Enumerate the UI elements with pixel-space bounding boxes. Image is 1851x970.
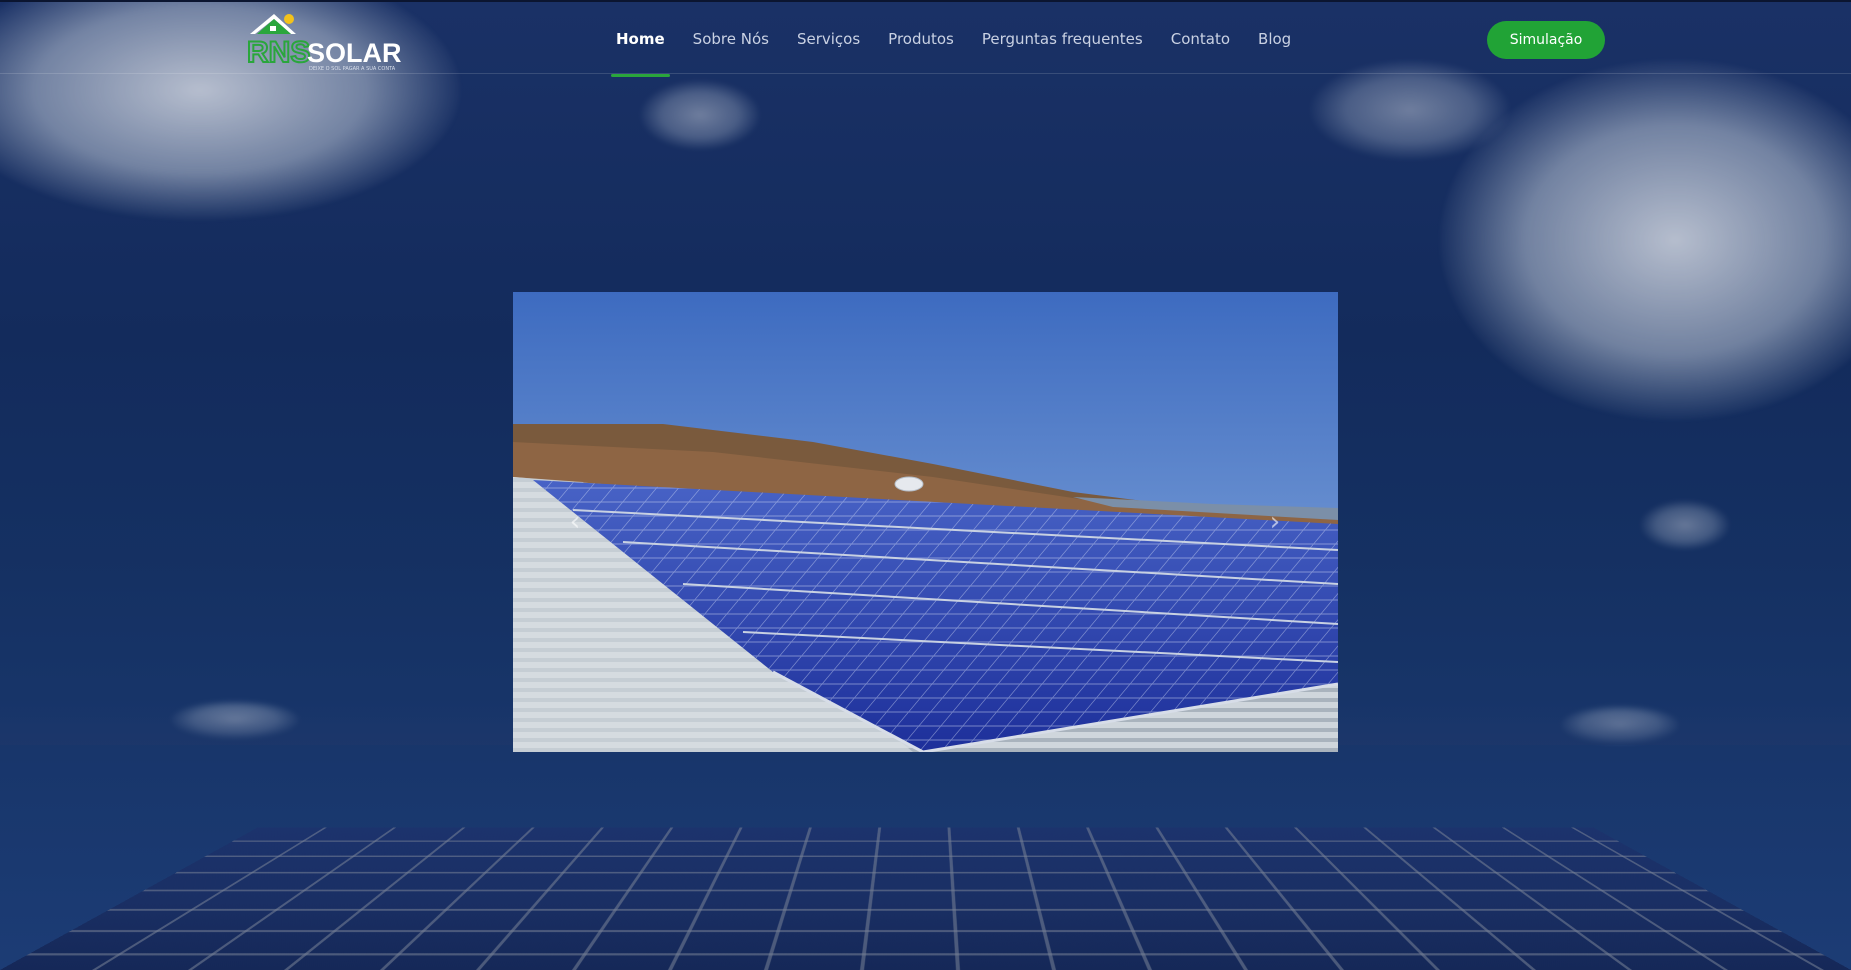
- nav-item-sobre-nos[interactable]: Sobre Nós: [679, 2, 783, 76]
- nav-item-contato[interactable]: Contato: [1157, 2, 1244, 76]
- main-nav: Home Sobre Nós Serviços Produtos Pergunt…: [602, 2, 1305, 77]
- carousel-prev-button[interactable]: ‹: [560, 507, 590, 537]
- svg-text:SOLAR: SOLAR: [307, 38, 402, 68]
- site-header: RNS SOLAR DEIXE O SOL PAGAR A SUA CONTA …: [0, 0, 1851, 77]
- nav-item-produtos[interactable]: Produtos: [874, 2, 968, 76]
- svg-text:RNS: RNS: [247, 36, 310, 69]
- cloud: [640, 80, 760, 150]
- hero-carousel: [513, 292, 1338, 752]
- nav-item-home[interactable]: Home: [602, 2, 679, 77]
- svg-text:DEIXE O SOL PAGAR A SUA CONTA: DEIXE O SOL PAGAR A SUA CONTA: [309, 66, 396, 72]
- site-logo[interactable]: RNS SOLAR DEIXE O SOL PAGAR A SUA CONTA: [244, 10, 404, 72]
- logo-mark: RNS SOLAR DEIXE O SOL PAGAR A SUA CONTA: [246, 14, 402, 72]
- nav-item-blog[interactable]: Blog: [1244, 2, 1305, 76]
- chevron-right-icon: ›: [1269, 507, 1281, 537]
- background-solar-panels: [0, 827, 1851, 970]
- carousel-next-button[interactable]: ›: [1260, 507, 1290, 537]
- nav-item-perguntas-frequentes[interactable]: Perguntas frequentes: [968, 2, 1157, 76]
- simulacao-button[interactable]: Simulação: [1487, 21, 1605, 59]
- nav-item-servicos[interactable]: Serviços: [783, 2, 874, 76]
- chevron-left-icon: ‹: [569, 507, 581, 537]
- carousel-slide-image: [513, 292, 1338, 752]
- cloud: [1310, 60, 1510, 160]
- cloud: [1640, 500, 1730, 550]
